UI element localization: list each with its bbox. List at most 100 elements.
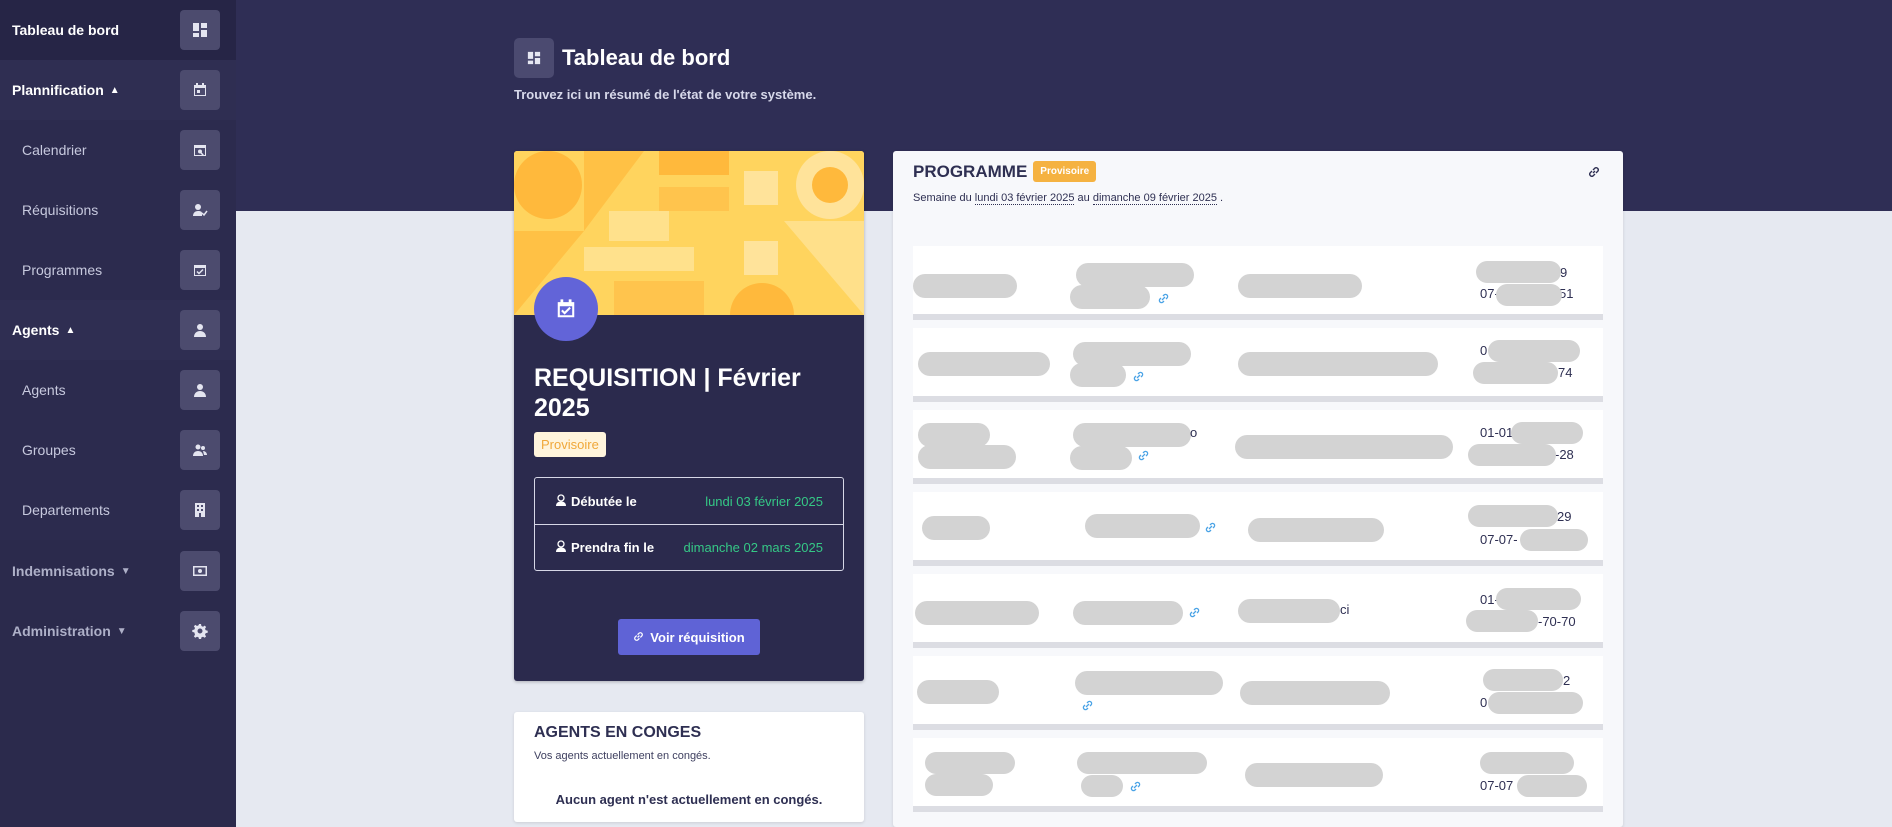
redacted-text xyxy=(1073,601,1183,625)
text-fragment: -70-70 xyxy=(1538,614,1576,629)
redacted-text xyxy=(1520,529,1588,551)
sidebar-item-groupes[interactable]: Groupes xyxy=(0,420,236,480)
chevron-down-icon: ▼ xyxy=(116,625,127,637)
table-row[interactable]: 9 07- 51 xyxy=(913,246,1603,320)
table-row[interactable]: 29 07-07- xyxy=(913,492,1603,566)
sidebar-item-dashboard[interactable]: Tableau de bord xyxy=(0,0,236,60)
week-start-date[interactable]: lundi 03 février 2025 xyxy=(974,192,1075,205)
building-icon xyxy=(180,490,220,530)
dashboard-icon xyxy=(180,10,220,50)
requisition-dates: Débutée le lundi 03 février 2025 Prendra… xyxy=(534,477,844,571)
calendar-icon xyxy=(180,70,220,110)
conges-empty-message: Aucun agent n'est actuellement en congés… xyxy=(555,792,823,807)
page-subtitle: Trouvez ici un résumé de l'état de votre… xyxy=(514,87,817,102)
sidebar-item-agents[interactable]: Agents xyxy=(0,360,236,420)
link-icon[interactable] xyxy=(1130,779,1141,792)
users-icon xyxy=(180,430,220,470)
redacted-text xyxy=(1480,752,1574,774)
text-fragment: 74 xyxy=(1558,365,1573,380)
link-icon[interactable] xyxy=(1587,165,1601,179)
status-badge: Provisoire xyxy=(534,432,606,457)
sidebar-item-label: Programmes xyxy=(22,262,103,278)
sidebar-item-requisitions[interactable]: Réquisitions xyxy=(0,180,236,240)
end-date-value: dimanche 02 mars 2025 xyxy=(683,540,823,555)
redacted-text xyxy=(1075,671,1223,695)
redacted-text xyxy=(1238,274,1362,298)
sidebar-item-label: Groupes xyxy=(22,442,76,458)
redacted-text xyxy=(922,516,990,540)
sidebar-item-indemnisations[interactable]: Indemnisations ▼ xyxy=(0,541,236,601)
redacted-text xyxy=(925,752,1015,774)
programme-card: PROGRAMME Provisoire Semaine du lundi 03… xyxy=(893,151,1623,827)
redacted-text xyxy=(1473,362,1558,384)
redacted-text xyxy=(1496,588,1581,610)
agents-conges-card: AGENTS EN CONGES Vos agents actuellement… xyxy=(514,712,864,822)
text-fragment: 0 xyxy=(1480,343,1488,358)
redacted-text xyxy=(1070,446,1132,470)
redacted-text xyxy=(1248,518,1384,542)
sidebar-item-calendrier[interactable]: Calendrier xyxy=(0,120,236,180)
link-icon[interactable] xyxy=(1082,698,1093,711)
start-date-row: Débutée le lundi 03 février 2025 xyxy=(535,478,843,524)
sidebar-item-departements[interactable]: Departements xyxy=(0,480,236,540)
week-end-date[interactable]: dimanche 09 février 2025 xyxy=(1092,192,1217,205)
redacted-text xyxy=(1496,284,1562,306)
sidebar-item-label: Calendrier xyxy=(22,142,87,158)
user-icon xyxy=(180,370,220,410)
sidebar-item-plannification[interactable]: Plannification ▲ xyxy=(0,60,236,120)
dashboard-icon xyxy=(514,38,554,78)
redacted-text xyxy=(1511,422,1583,444)
redacted-text xyxy=(1488,692,1583,714)
sidebar-item-programmes[interactable]: Programmes xyxy=(0,240,236,300)
sidebar-item-label: Administration xyxy=(12,623,111,639)
link-icon[interactable] xyxy=(1138,448,1149,461)
text-fragment: 2 xyxy=(1563,673,1571,688)
redacted-text xyxy=(1238,352,1438,376)
sidebar-item-label: Indemnisations xyxy=(12,563,115,579)
conges-title: AGENTS EN CONGES xyxy=(534,724,702,741)
status-badge: Provisoire xyxy=(1033,161,1097,182)
redacted-text xyxy=(1476,261,1561,283)
link-icon[interactable] xyxy=(1205,520,1216,533)
chevron-down-icon: ▼ xyxy=(120,565,131,577)
redacted-text xyxy=(925,774,993,796)
sidebar-item-label: Agents xyxy=(22,382,66,398)
text-fragment: 9 xyxy=(1560,265,1568,280)
table-row[interactable]: ci 01- -70-70 xyxy=(913,574,1603,648)
conges-subtitle: Vos agents actuellement en congés. xyxy=(534,750,711,762)
link-icon[interactable] xyxy=(1189,605,1200,618)
text-fragment: ci xyxy=(1340,602,1350,617)
view-requisition-label: Voir réquisition xyxy=(650,629,745,645)
sidebar-item-agents-group[interactable]: Agents ▲ xyxy=(0,300,236,360)
sidebar-item-label: Agents xyxy=(12,322,60,338)
start-date-label: Débutée le xyxy=(571,493,637,509)
gear-icon xyxy=(180,611,220,651)
link-icon[interactable] xyxy=(1133,369,1144,382)
redacted-text xyxy=(918,423,990,447)
week-prefix: Semaine du xyxy=(913,192,972,204)
redacted-text xyxy=(1073,423,1191,447)
end-date-label: Prendra fin le xyxy=(571,540,655,555)
link-icon[interactable] xyxy=(1158,291,1169,304)
week-mid: au xyxy=(1077,192,1090,204)
calendar-search-icon xyxy=(180,130,220,170)
redacted-text xyxy=(1081,775,1123,797)
programme-rows: 9 07- 51 0 74 o 01-01 -28 29 07-07- ci 0… xyxy=(913,246,1603,820)
table-row[interactable]: o 01-01 -28 xyxy=(913,410,1603,484)
view-requisition-button[interactable]: Voir réquisition xyxy=(618,619,760,655)
redacted-text xyxy=(1070,363,1126,387)
user-clock-icon xyxy=(555,540,567,555)
sidebar-item-administration[interactable]: Administration ▼ xyxy=(0,601,236,661)
text-fragment: -28 xyxy=(1555,447,1574,462)
text-fragment: 07-07 xyxy=(1480,778,1514,793)
text-fragment: 01-01 xyxy=(1480,425,1514,440)
table-row[interactable]: 2 0 xyxy=(913,656,1603,730)
sidebar-item-label: Tableau de bord xyxy=(12,22,120,38)
redacted-text xyxy=(915,601,1039,625)
calendar-check-icon xyxy=(180,250,220,290)
sidebar: Tableau de bord Plannification ▲ Calendri… xyxy=(0,0,236,827)
redacted-text xyxy=(913,274,1017,298)
table-row[interactable]: 07-07 xyxy=(913,738,1603,812)
table-row[interactable]: 0 74 xyxy=(913,328,1603,402)
start-date-value: lundi 03 février 2025 xyxy=(705,493,823,509)
